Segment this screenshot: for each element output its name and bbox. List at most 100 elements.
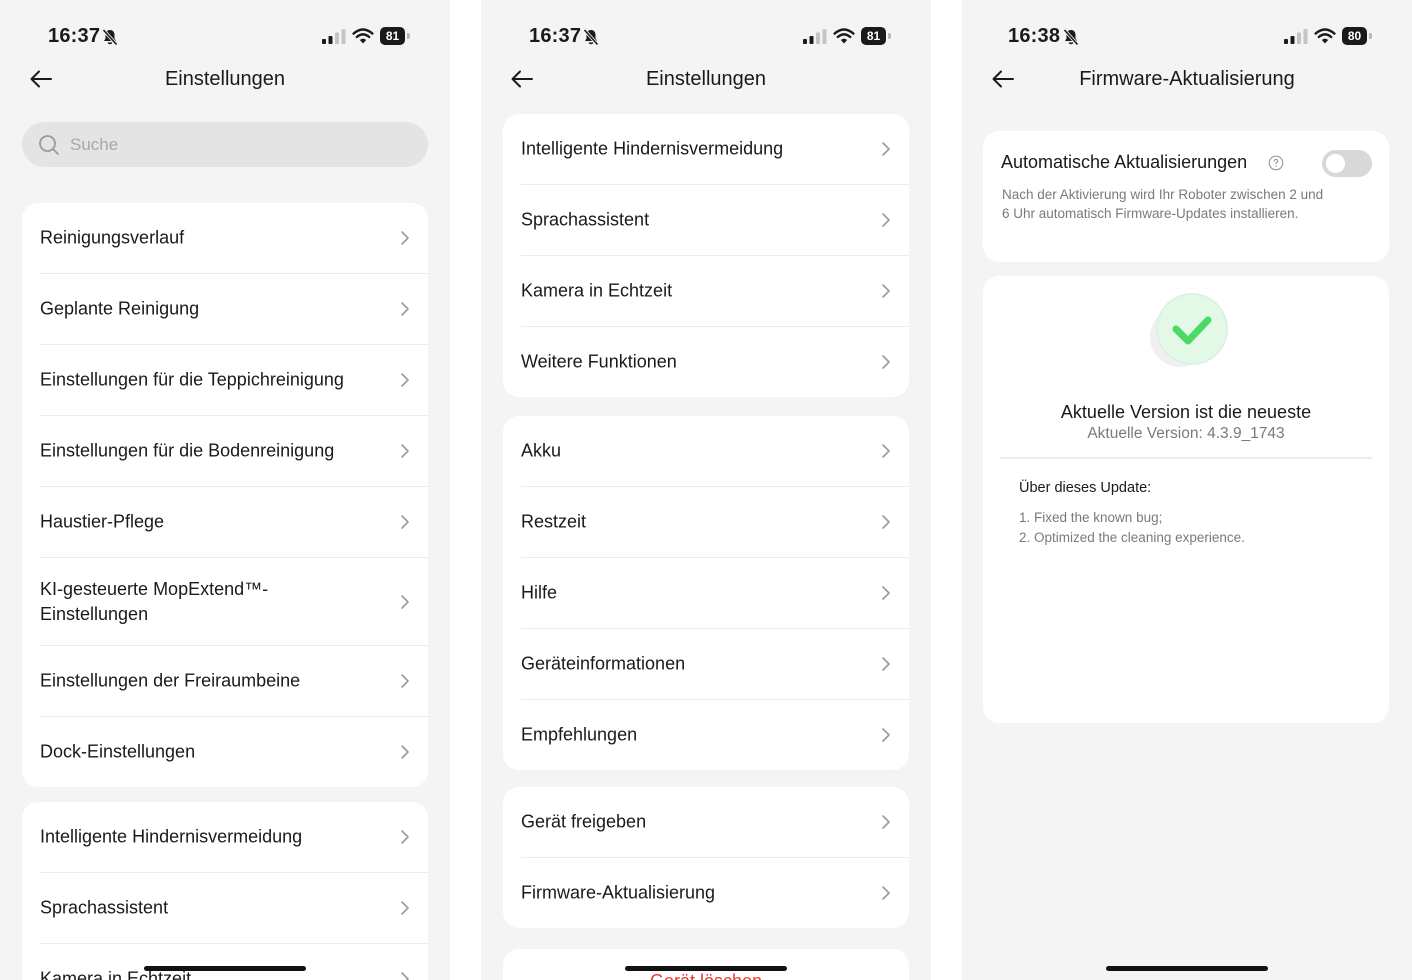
setting-label: Haustier-Pflege bbox=[40, 511, 165, 532]
chevron-right-icon bbox=[401, 901, 409, 915]
signal-icon bbox=[803, 29, 827, 44]
battery-level: 80 bbox=[1342, 27, 1367, 45]
bell-mute-icon bbox=[1063, 28, 1079, 46]
status-bar: 16:37 81 bbox=[0, 22, 450, 52]
setting-label: Einstellungen der Freiraumbeine bbox=[40, 670, 301, 691]
delete-device-card[interactable]: Gerät löschen bbox=[503, 949, 909, 980]
version-card: Aktuelle Version ist die neueste Aktuell… bbox=[983, 276, 1389, 723]
signal-icon bbox=[322, 29, 346, 44]
setting-item-weitere-funktionen[interactable]: Weitere Funktionen bbox=[521, 327, 909, 397]
setting-label: Restzeit bbox=[521, 511, 587, 532]
chevron-right-icon bbox=[401, 745, 409, 759]
wifi-icon bbox=[352, 28, 374, 44]
setting-item-akku[interactable]: Akku bbox=[521, 416, 909, 487]
release-note-item: 2. Optimized the cleaning experience. bbox=[1019, 530, 1245, 545]
chevron-right-icon bbox=[882, 657, 890, 671]
delete-device-button[interactable]: Gerät löschen bbox=[503, 971, 909, 980]
setting-item-reinigungsverlauf[interactable]: Reinigungsverlauf bbox=[40, 203, 428, 274]
bell-mute-icon bbox=[583, 28, 599, 46]
auto-update-card: Automatische Aktualisierungen Nach der A… bbox=[983, 131, 1389, 262]
page-title: Einstellungen bbox=[164, 68, 286, 90]
status-time: 16:37 bbox=[48, 25, 101, 47]
setting-label: Empfehlungen bbox=[521, 724, 638, 745]
settings-group-1: Intelligente Hindernisvermeidung Spracha… bbox=[503, 114, 909, 397]
page-title: Firmware-Aktualisierung bbox=[1079, 68, 1295, 90]
setting-item-teppichreinigung[interactable]: Einstellungen für die Teppichreinigung bbox=[40, 345, 428, 416]
screen-firmware-update: 16:38 80 Firmware-Aktualisierung Automat… bbox=[962, 0, 1412, 980]
setting-label: Einstellungen für die Bodenreinigung bbox=[40, 440, 335, 461]
nav-bar: Firmware-Aktualisierung bbox=[962, 62, 1412, 98]
nav-bar: Einstellungen bbox=[0, 62, 450, 98]
setting-item-hindernisvermeidung[interactable]: Intelligente Hindernisvermeidung bbox=[521, 114, 909, 185]
setting-item-kamera[interactable]: Kamera in Echtzeit bbox=[521, 256, 909, 327]
setting-label: KI-gesteuerte MopExtend™-Einstellungen bbox=[40, 578, 269, 624]
setting-label: Sprachassistent bbox=[521, 209, 650, 230]
setting-item-firmware-aktualisierung[interactable]: Firmware-Aktualisierung bbox=[521, 858, 909, 928]
bell-mute-icon bbox=[102, 28, 118, 46]
auto-update-toggle[interactable] bbox=[1322, 150, 1372, 177]
toggle-knob bbox=[1326, 154, 1345, 173]
settings-group-3: Gerät freigeben Firmware-Aktualisierung bbox=[503, 787, 909, 928]
setting-item-sprachassistent[interactable]: Sprachassistent bbox=[40, 873, 428, 944]
setting-label: Akku bbox=[521, 440, 562, 461]
chevron-right-icon bbox=[401, 373, 409, 387]
setting-item-bodenreinigung[interactable]: Einstellungen für die Bodenreinigung bbox=[40, 416, 428, 487]
signal-icon bbox=[1284, 29, 1308, 44]
setting-label: Einstellungen für die Teppichreinigung bbox=[40, 369, 344, 390]
battery-icon: 81 bbox=[380, 27, 410, 45]
status-time: 16:38 bbox=[1008, 25, 1061, 47]
chevron-right-icon bbox=[401, 594, 409, 609]
battery-icon: 80 bbox=[1342, 27, 1372, 45]
settings-group-2: Intelligente Hindernisvermeidung Spracha… bbox=[22, 802, 428, 980]
screen-settings-1: 16:37 81 Einstellungen Reinigungsverlauf… bbox=[0, 0, 450, 980]
chevron-right-icon bbox=[882, 213, 890, 227]
setting-item-restzeit[interactable]: Restzeit bbox=[521, 487, 909, 558]
setting-label: Dock-Einstellungen bbox=[40, 741, 196, 762]
chevron-right-icon bbox=[401, 972, 409, 980]
chevron-right-icon bbox=[882, 728, 890, 742]
setting-item-mopextend[interactable]: KI-gesteuerte MopExtend™-Einstellungen bbox=[40, 558, 428, 646]
setting-item-geraeteinformationen[interactable]: Geräteinformationen bbox=[521, 629, 909, 700]
battery-level: 81 bbox=[380, 27, 405, 45]
battery-level: 81 bbox=[861, 27, 886, 45]
setting-label: Geräteinformationen bbox=[521, 653, 686, 674]
home-indicator bbox=[1106, 966, 1268, 971]
about-update-title: Über dieses Update: bbox=[1019, 480, 1152, 496]
release-notes: 1. Fixed the known bug; 2. Optimized the… bbox=[1019, 508, 1245, 548]
status-bar: 16:37 81 bbox=[481, 22, 931, 52]
setting-item-haustier-pflege[interactable]: Haustier-Pflege bbox=[40, 487, 428, 558]
setting-item-geraet-freigeben[interactable]: Gerät freigeben bbox=[521, 787, 909, 858]
setting-item-geplante-reinigung[interactable]: Geplante Reinigung bbox=[40, 274, 428, 345]
chevron-right-icon bbox=[882, 886, 890, 900]
setting-label: Kamera in Echtzeit bbox=[521, 280, 673, 301]
setting-item-dock-einstellungen[interactable]: Dock-Einstellungen bbox=[40, 717, 428, 787]
setting-item-hindernisvermeidung[interactable]: Intelligente Hindernisvermeidung bbox=[40, 802, 428, 873]
current-version-label: Aktuelle Version: 4.3.9_1743 bbox=[1087, 425, 1285, 442]
home-indicator bbox=[625, 966, 787, 971]
release-note-item: 1. Fixed the known bug; bbox=[1019, 510, 1163, 525]
setting-item-sprachassistent[interactable]: Sprachassistent bbox=[521, 185, 909, 256]
setting-label: Intelligente Hindernisvermeidung bbox=[40, 826, 303, 847]
setting-label: Firmware-Aktualisierung bbox=[521, 882, 716, 903]
setting-label: Sprachassistent bbox=[40, 897, 169, 918]
setting-label: Intelligente Hindernisvermeidung bbox=[521, 138, 784, 159]
setting-label: Gerät freigeben bbox=[521, 811, 647, 832]
setting-item-empfehlungen[interactable]: Empfehlungen bbox=[521, 700, 909, 770]
nav-bar: Einstellungen bbox=[481, 62, 931, 98]
search-input[interactable] bbox=[70, 122, 400, 167]
help-circle-icon[interactable] bbox=[1268, 155, 1284, 171]
setting-item-freiraumbeine[interactable]: Einstellungen der Freiraumbeine bbox=[40, 646, 428, 717]
search-bar bbox=[22, 122, 428, 167]
version-status-headline: Aktuelle Version ist die neueste bbox=[1060, 402, 1312, 422]
settings-group-1: Reinigungsverlauf Geplante Reinigung Ein… bbox=[22, 203, 428, 787]
setting-item-kamera[interactable]: Kamera in Echtzeit bbox=[40, 944, 428, 980]
chevron-right-icon bbox=[401, 830, 409, 844]
chevron-right-icon bbox=[882, 142, 890, 156]
setting-item-hilfe[interactable]: Hilfe bbox=[521, 558, 909, 629]
chevron-right-icon bbox=[401, 231, 409, 245]
chevron-right-icon bbox=[401, 302, 409, 316]
auto-update-description: Nach der Aktivierung wird Ihr Roboter zw… bbox=[1002, 187, 1324, 221]
wifi-icon bbox=[1314, 28, 1336, 44]
settings-group-2: Akku Restzeit Hilfe Geräteinformationen … bbox=[503, 416, 909, 770]
chevron-right-icon bbox=[401, 444, 409, 458]
